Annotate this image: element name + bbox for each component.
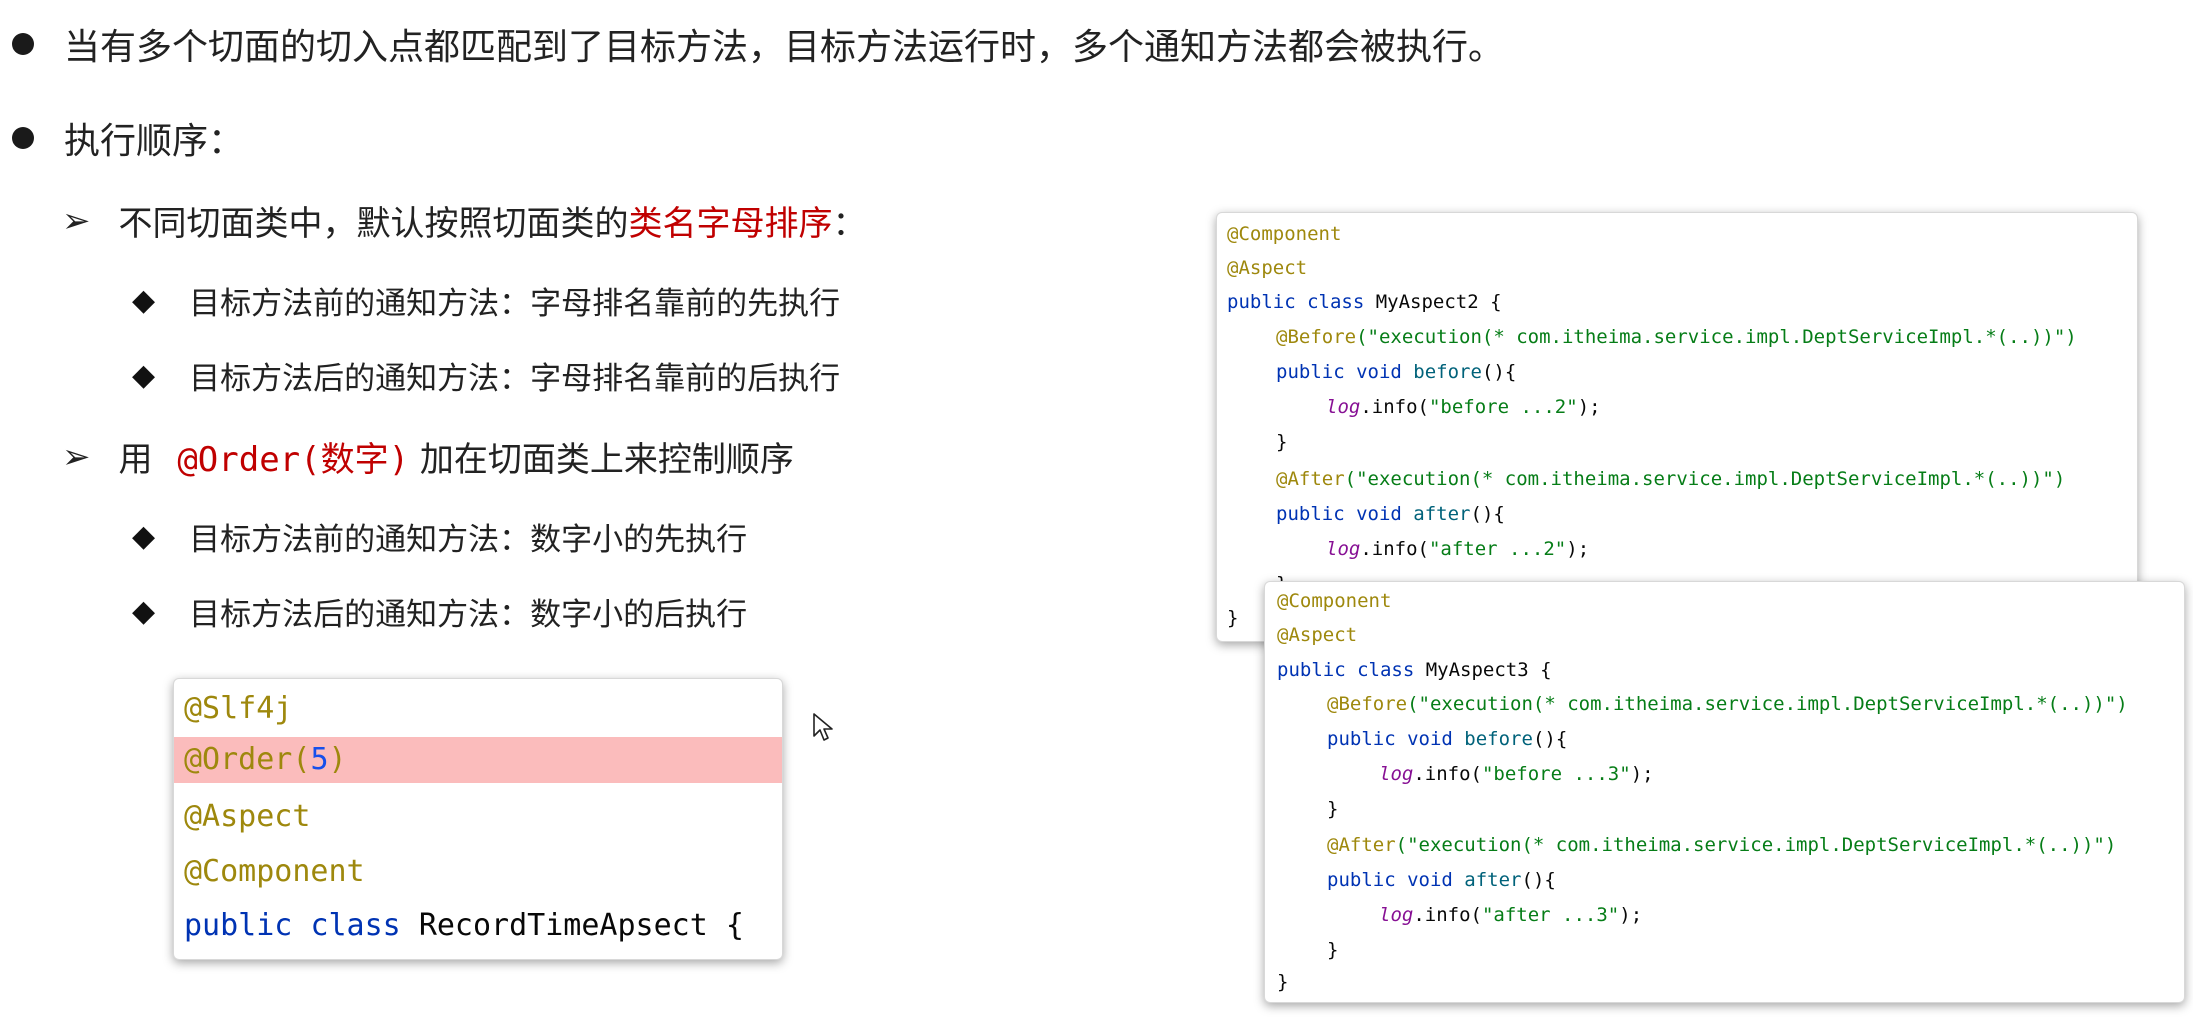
slide: 当有多个切面的切入点都匹配到了目标方法，目标方法运行时，多个通知方法都会被执行。… — [0, 0, 2193, 1026]
code-line-order-highlighted: @Order(5) — [174, 737, 782, 783]
code-line-after-annotation: @After("execution(* com.itheima.service.… — [1327, 834, 2117, 856]
code-snippet-record-time-aspect: @Slf4j @Order(5) @Aspect @Component publ… — [173, 678, 783, 960]
diamond-icon: ◆ — [132, 518, 156, 554]
code-line-class-decl: public class MyAspect3 { — [1277, 659, 1552, 681]
code-line-before-close: } — [1276, 431, 1288, 453]
code-line-aspect: @Aspect — [1227, 257, 1308, 279]
sub-bullet-2: ➢ 用 @Order(数字) 加在切面类上来控制顺序 — [62, 432, 794, 481]
code-snippet-my-aspect3: @Component @Aspect public class MyAspect… — [1264, 581, 2185, 1003]
item-2-1-text: 目标方法前的通知方法：数字小的先执行 — [189, 522, 748, 558]
code-line-class-decl: public class MyAspect2 { — [1227, 291, 1502, 313]
bullet-2-text: 执行顺序： — [64, 121, 245, 162]
arrowhead-icon: ➢ — [62, 436, 91, 477]
code-line-class-close: } — [1277, 971, 1289, 993]
code-line-aspect: @Aspect — [184, 799, 311, 834]
code-line-before-log: log.info("before ...2"); — [1326, 396, 1601, 418]
code-line-aspect: @Aspect — [1277, 624, 1358, 646]
code-line-before-log: log.info("before ...3"); — [1379, 763, 1654, 785]
code-line-before-close: } — [1327, 798, 1339, 820]
bullet-2: 执行顺序： — [12, 112, 244, 164]
code-line-before-annotation: @Before("execution(* com.itheima.service… — [1327, 693, 2128, 715]
sub-bullet-1-prefix: 不同切面类中，默认按照切面类的 — [118, 204, 629, 244]
item-2-2: ◆ 目标方法后的通知方法：数字小的后执行 — [132, 589, 747, 634]
sub-bullet-1: ➢ 不同切面类中，默认按照切面类的 类名字母排序 ： — [62, 196, 867, 245]
code-line-slf4j: @Slf4j — [184, 691, 293, 726]
filled-circle-icon — [12, 127, 34, 149]
code-line-after-annotation: @After("execution(* com.itheima.service.… — [1276, 468, 2066, 490]
code-line-component: @Component — [1227, 223, 1342, 245]
code-line-before-signature: public void before(){ — [1276, 361, 1517, 383]
diamond-icon: ◆ — [132, 282, 156, 318]
sub-bullet-1-highlight: 类名字母排序 — [628, 204, 833, 244]
code-line-before-annotation: @Before("execution(* com.itheima.service… — [1276, 326, 2077, 348]
diamond-icon: ◆ — [132, 357, 156, 393]
code-line-component: @Component — [184, 854, 365, 889]
bullet-1: 当有多个切面的切入点都匹配到了目标方法，目标方法运行时，多个通知方法都会被执行。 — [12, 18, 1504, 70]
item-2-2-text: 目标方法后的通知方法：数字小的后执行 — [189, 597, 748, 633]
item-1-1-text: 目标方法前的通知方法：字母排名靠前的先执行 — [189, 286, 841, 322]
bullet-1-text: 当有多个切面的切入点都匹配到了目标方法，目标方法运行时，多个通知方法都会被执行。 — [64, 27, 1505, 68]
code-line-after-log: log.info("after ...2"); — [1326, 538, 1590, 560]
code-line-after-signature: public void after(){ — [1276, 503, 1505, 525]
code-line-after-log: log.info("after ...3"); — [1379, 904, 1643, 926]
mouse-pointer-icon — [813, 713, 833, 741]
filled-circle-icon — [12, 33, 34, 55]
code-line-before-signature: public void before(){ — [1327, 728, 1568, 750]
sub-bullet-2-prefix: 用 — [118, 440, 164, 480]
code-line-component: @Component — [1277, 590, 1392, 612]
sub-bullet-2-highlight: @Order(数字) — [177, 440, 410, 480]
sub-bullet-2-suffix: 加在切面类上来控制顺序 — [409, 440, 794, 480]
arrowhead-icon: ➢ — [62, 200, 91, 241]
code-line-after-close: } — [1327, 939, 1339, 961]
item-1-2-text: 目标方法后的通知方法：字母排名靠前的后执行 — [189, 361, 841, 397]
item-1-2: ◆ 目标方法后的通知方法：字母排名靠前的后执行 — [132, 353, 840, 398]
sub-bullet-1-suffix: ： — [832, 204, 867, 244]
item-2-1: ◆ 目标方法前的通知方法：数字小的先执行 — [132, 514, 747, 559]
code-line-class-decl: public class RecordTimeApsect { — [184, 908, 744, 943]
item-1-1: ◆ 目标方法前的通知方法：字母排名靠前的先执行 — [132, 278, 840, 323]
diamond-icon: ◆ — [132, 593, 156, 629]
code-snippet-my-aspect2: @Component @Aspect public class MyAspect… — [1216, 212, 2138, 642]
code-line-after-signature: public void after(){ — [1327, 869, 1556, 891]
